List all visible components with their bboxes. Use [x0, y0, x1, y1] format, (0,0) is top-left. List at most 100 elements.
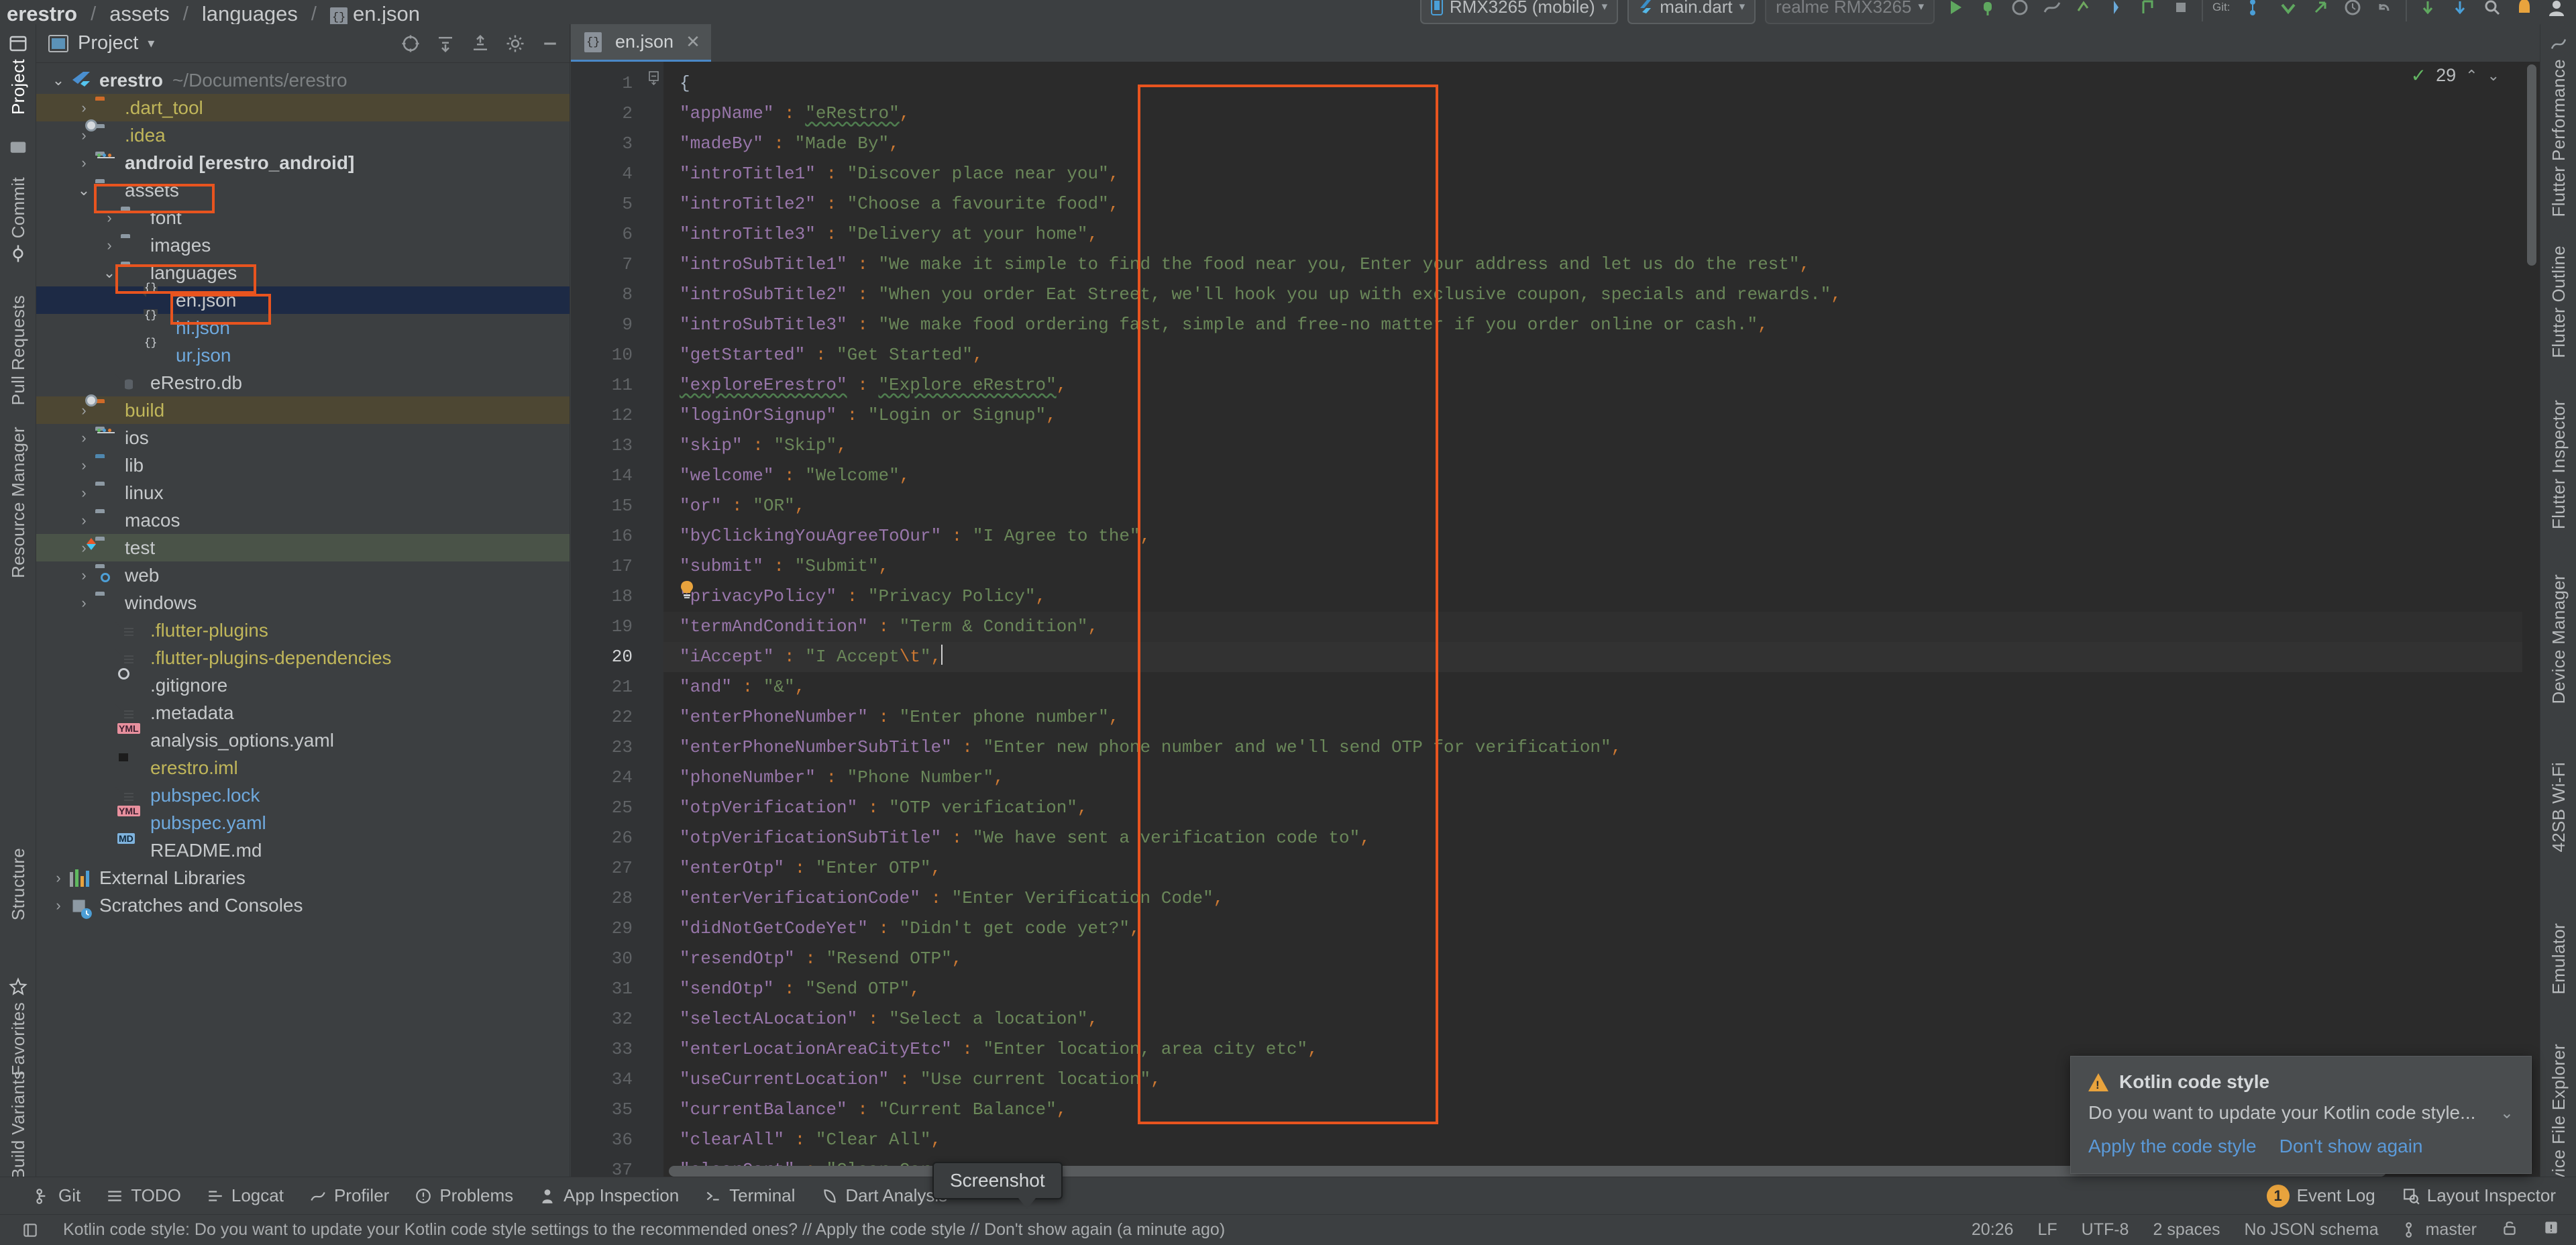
git-update-icon[interactable] [2277, 0, 2300, 19]
inspection-settings-icon[interactable] [2542, 1219, 2560, 1241]
breadcrumb-item-1[interactable]: assets [109, 3, 170, 24]
tree-item[interactable]: › macos [36, 506, 570, 534]
lock-icon[interactable] [2501, 1219, 2518, 1241]
sidebar-tab-pull-requests[interactable]: Pull Requests [0, 295, 36, 405]
search-icon[interactable] [2481, 0, 2504, 19]
bottom-tab-terminal[interactable]: Terminal [704, 1185, 795, 1206]
tree-item[interactable]: › web [36, 561, 570, 589]
bottom-tab-app-inspection[interactable]: App Inspection [539, 1185, 679, 1206]
code-line[interactable]: "didNotGetCodeYet" : "Didn't get code ye… [663, 914, 2540, 944]
breadcrumb[interactable]: erestro / assets / languages / en.json [0, 0, 420, 24]
tree-expand-arrow[interactable]: › [72, 567, 95, 584]
chevron-up-icon[interactable]: ⌃ [2465, 67, 2477, 85]
status-item[interactable]: UTF-8 [2082, 1220, 2129, 1240]
hot-reload-button[interactable] [2105, 0, 2128, 19]
code-line[interactable]: "submit" : "Submit", [663, 551, 2540, 582]
breadcrumb-item-3[interactable]: en.json [353, 3, 420, 24]
intention-bulb-icon[interactable] [678, 580, 696, 598]
bottom-tab-layout-inspector[interactable]: Layout Inspector [2402, 1185, 2556, 1206]
undo-icon[interactable] [2373, 0, 2396, 19]
tree-item[interactable]: YML analysis_options.yaml [36, 722, 570, 754]
sidebar-tab-resource-manager[interactable]: Resource Manager [0, 427, 36, 578]
tree-expand-arrow[interactable]: ⌄ [47, 72, 70, 89]
device-selector[interactable]: RMX3265 (mobile) ▾ [1419, 0, 1619, 24]
commit-icon[interactable] [2416, 0, 2439, 19]
code-line[interactable]: "termAndCondition" : "Term & Condition", [663, 612, 2540, 642]
tree-item[interactable]: › android [erestro_android] [36, 149, 570, 176]
tree-item[interactable]: {} ur.json [36, 336, 570, 369]
bottom-tab-event-log[interactable]: 1 Event Log [2266, 1184, 2375, 1207]
status-item[interactable]: LF [2037, 1220, 2057, 1240]
editor-gutter[interactable]: 1 2 3 4 5 6 7 8 9 10 11 12 13 14 15 16 17 18 19 20 21 22 23 24 2… [571, 62, 645, 1187]
notification-balloon[interactable]: Kotlin code style Do you want to update … [2070, 1056, 2532, 1174]
code-line[interactable]: "enterPhoneNumberSubTitle" : "Enter new … [663, 733, 2540, 763]
tree-expand-arrow[interactable]: ⌄ [72, 182, 95, 199]
editor-fold-column[interactable] [645, 62, 663, 1187]
tree-expand-arrow[interactable]: ⌄ [98, 264, 121, 282]
tree-item[interactable]: .flutter-plugins-dependencies [36, 644, 570, 671]
tree-item[interactable]: YML pubspec.yaml [36, 805, 570, 836]
code-line[interactable]: "selectALocation" : "Select a location", [663, 1004, 2540, 1034]
tree-item[interactable]: ⌄ languages [36, 259, 570, 286]
tree-item[interactable]: .metadata [36, 699, 570, 726]
code-line[interactable]: "otpVerificationSubTitle" : "We have sen… [663, 823, 2540, 853]
tree-item-enjson[interactable]: {} en.json [36, 281, 570, 314]
tree-item[interactable]: › lib [36, 451, 570, 479]
run-profile-button[interactable] [2008, 0, 2031, 19]
tree-item[interactable]: eRestro.db [36, 369, 570, 396]
code-line[interactable]: "introTitle3" : "Delivery at your home", [663, 219, 2540, 250]
close-icon[interactable]: ✕ [686, 32, 700, 52]
code-line[interactable]: "exploreErestro" : "Explore eRestro", [663, 370, 2540, 400]
bottom-tab-profiler[interactable]: Profiler [309, 1185, 389, 1206]
tree-expand-arrow[interactable]: › [72, 484, 95, 502]
code-line[interactable]: "introTitle2" : "Choose a favourite food… [663, 189, 2540, 219]
code-line[interactable]: "introSubTitle2" : "When you order Eat S… [663, 280, 2540, 310]
chevron-down-icon[interactable]: ⌄ [2500, 1103, 2514, 1123]
tree-expand-arrow[interactable]: › [72, 594, 95, 612]
sidebar-tab-commit[interactable]: Commit [0, 177, 36, 269]
code-line[interactable]: "introSubTitle1" : "We make it simple to… [663, 250, 2540, 280]
right-tab-wifi[interactable]: 42SB Wi-Fi [2540, 762, 2576, 852]
profiler-button[interactable] [2041, 0, 2063, 19]
hide-panel-icon[interactable] [540, 34, 560, 54]
tree-item[interactable]: › images [36, 231, 570, 259]
code-line[interactable]: "sendOtp" : "Send OTP", [663, 974, 2540, 1004]
tree-item[interactable]: › Scratches and Consoles [36, 891, 570, 919]
tree-item[interactable]: {} hi.json [36, 309, 570, 341]
right-tab-flutter-inspector[interactable]: Flutter Inspector [2540, 400, 2576, 529]
bottom-tab-git[interactable]: Git [34, 1185, 80, 1206]
tree-expand-arrow[interactable]: › [47, 897, 70, 914]
fold-collapse-icon[interactable] [649, 71, 659, 86]
tree-item[interactable]: ⌄ assets [36, 176, 570, 204]
sidebar-tab-project[interactable]: Project [0, 28, 36, 115]
tree-expand-arrow[interactable]: › [98, 209, 121, 227]
chevron-down-icon[interactable]: ▾ [148, 35, 154, 52]
tree-item[interactable]: › windows [36, 589, 570, 616]
inspection-widget[interactable]: ✓ 29 ⌃ ⌄ [2411, 64, 2500, 87]
sidebar-tab-structure-icon[interactable] [0, 131, 36, 162]
sidebar-tab-build-variants[interactable]: Build Variants [0, 1071, 36, 1180]
code-line[interactable]: { [663, 68, 2540, 99]
bottom-tab-todo[interactable]: TODO [106, 1185, 181, 1206]
editor-vertical-scrollbar[interactable] [2522, 62, 2540, 1160]
apply-code-style-link[interactable]: Apply the code style [2088, 1136, 2257, 1157]
device-secondary-selector[interactable]: realme RMX3265 ▾ [1765, 0, 1935, 24]
run-config-selector[interactable]: main.dart ▾ [1627, 0, 1756, 24]
code-line[interactable]: "introTitle1" : "Discover place near you… [663, 159, 2540, 189]
bottom-tab-logcat[interactable]: Logcat [207, 1185, 284, 1206]
code-line[interactable]: "or" : "OR", [663, 491, 2540, 521]
tree-item[interactable]: .flutter-plugins [36, 616, 570, 644]
code-line[interactable]: "enterPhoneNumber" : "Enter phone number… [663, 702, 2540, 733]
tree-item[interactable]: › .dart_tool [36, 94, 570, 121]
code-line[interactable]: "privacyPolicy" : "Privacy Policy", [663, 582, 2540, 612]
git-branch-label[interactable]: master [2426, 1220, 2477, 1239]
tree-expand-arrow[interactable]: › [72, 457, 95, 474]
sidebar-tab-favorites[interactable]: Favorites [0, 971, 36, 1076]
avatar[interactable] [2545, 0, 2568, 19]
tree-item[interactable]: erestro.iml [36, 753, 570, 781]
code-line[interactable]: "getStarted" : "Get Started", [663, 340, 2540, 370]
notifications-icon[interactable] [2513, 0, 2536, 19]
status-item[interactable]: No JSON schema [2245, 1220, 2379, 1240]
tree-expand-arrow[interactable]: › [47, 869, 70, 887]
pull-icon[interactable] [2449, 0, 2471, 19]
